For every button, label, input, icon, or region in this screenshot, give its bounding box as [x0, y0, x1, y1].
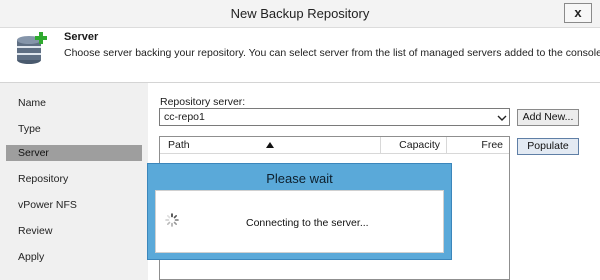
list-header: Path Capacity Free: [160, 137, 509, 154]
spinner-icon: [165, 213, 179, 230]
close-button[interactable]: x: [564, 3, 592, 23]
column-capacity[interactable]: Capacity: [380, 137, 446, 153]
chevron-down-icon: [497, 113, 507, 125]
wizard-steps: Name Type Server Repository vPower NFS R…: [0, 83, 148, 280]
step-repository[interactable]: Repository: [6, 171, 142, 187]
dialog-body: Connecting to the server...: [155, 190, 444, 253]
add-new-button[interactable]: Add New...: [517, 109, 579, 126]
window-title: New Backup Repository: [230, 6, 370, 21]
dialog-title: Please wait: [266, 171, 333, 186]
step-server[interactable]: Server: [6, 145, 142, 161]
step-type[interactable]: Type: [6, 121, 142, 137]
section-title: Server: [64, 31, 99, 43]
column-free[interactable]: Free: [446, 137, 509, 153]
repository-server-value: cc-repo1: [164, 111, 205, 123]
step-review[interactable]: Review: [6, 223, 142, 239]
title-bar: New Backup Repository x: [0, 0, 600, 28]
repository-server-label: Repository server:: [160, 96, 246, 108]
please-wait-dialog: Please wait Connecting to the server...: [147, 163, 452, 260]
sort-up-icon: [266, 139, 274, 151]
step-vpower-nfs[interactable]: vPower NFS: [6, 197, 142, 213]
wizard-header: Server Choose server backing your reposi…: [0, 28, 600, 83]
step-apply[interactable]: Apply: [6, 249, 142, 265]
database-add-icon: [14, 30, 50, 77]
populate-button[interactable]: Populate: [517, 138, 579, 155]
step-name[interactable]: Name: [6, 95, 142, 111]
repository-server-select[interactable]: cc-repo1: [159, 108, 510, 126]
dialog-message: Connecting to the server...: [246, 217, 369, 229]
section-description: Choose server backing your repository. Y…: [64, 47, 600, 59]
